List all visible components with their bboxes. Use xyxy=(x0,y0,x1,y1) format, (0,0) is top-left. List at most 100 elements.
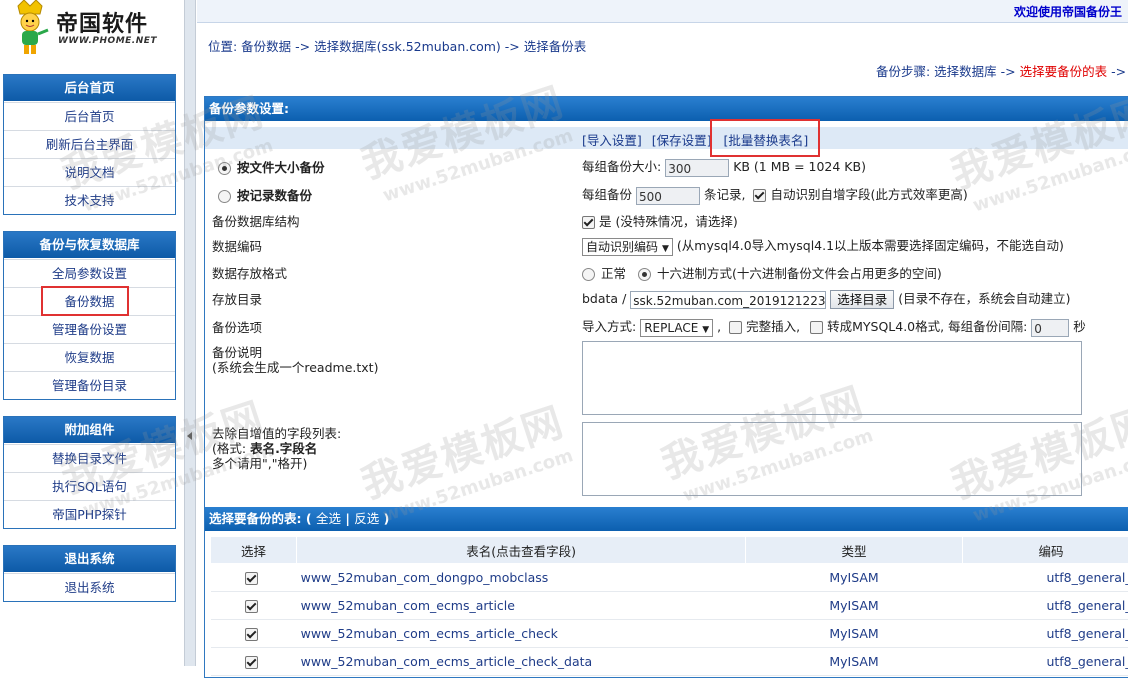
sidebar-item-support[interactable]: 技术支持 xyxy=(4,186,175,214)
mascot-icon xyxy=(10,0,52,56)
complete-insert-label: 完整插入, xyxy=(746,319,800,334)
description-textarea[interactable] xyxy=(582,341,1082,415)
by-size-prefix: 每组备份大小: xyxy=(582,159,661,174)
table-row: www_52muban_com_ecms_article_check MyISA… xyxy=(211,620,1128,648)
by-records-input[interactable]: 500 xyxy=(636,187,700,205)
sidebar-item-run-sql[interactable]: 执行SQL语句 xyxy=(4,472,175,500)
logo: 帝国软件 WWW.PHOME.NET xyxy=(10,0,180,58)
desc-note: (系统会生成一个readme.txt) xyxy=(212,357,378,376)
col-type: 类型 xyxy=(746,537,963,564)
sidebar-item-global-settings[interactable]: 全局参数设置 xyxy=(4,259,175,287)
frame-splitter[interactable] xyxy=(184,0,196,666)
format-normal-radio[interactable] xyxy=(582,268,595,281)
choose-dir-button[interactable]: 选择目录 xyxy=(830,290,894,309)
table-header-row: 选择 表名(点击查看字段) 类型 编码 xyxy=(211,537,1128,564)
format-hex-label: 十六进制方式(十六进制备份文件会占用更多的空间) xyxy=(657,266,942,281)
highlight-box xyxy=(41,286,129,316)
menu-title: 附加组件 xyxy=(4,417,175,444)
separator: | xyxy=(345,511,350,526)
tables-list: 选择 表名(点击查看字段) 类型 编码 www_52muban_com_dong… xyxy=(210,536,1128,676)
encoding-note: (从mysql4.0导入mysql4.1以上版本需要选择固定编码，不能选自动) xyxy=(677,238,1064,253)
mysql40-checkbox[interactable] xyxy=(810,321,823,334)
by-records-suffix: 条记录, xyxy=(704,187,745,202)
row-checkbox[interactable] xyxy=(245,656,258,669)
by-size-label: 按文件大小备份 xyxy=(237,160,325,175)
settings-toolbar: [导入设置] [保存设置] [批量替换表名] xyxy=(205,127,1128,149)
row-checkbox[interactable] xyxy=(245,628,258,641)
structure-checkbox[interactable] xyxy=(582,216,595,229)
table-name-link[interactable]: www_52muban_com_ecms_article xyxy=(301,598,515,613)
encoding-label: 数据编码 xyxy=(212,236,262,255)
highlight-box xyxy=(710,119,820,157)
sidebar-item-manage-backup-settings[interactable]: 管理备份设置 xyxy=(4,315,175,343)
sidebar-item-home[interactable]: 后台首页 xyxy=(4,102,175,130)
menu-addons: 附加组件 替换目录文件 执行SQL语句 帝国PHP探针 xyxy=(3,416,176,529)
menu-title: 后台首页 xyxy=(4,75,175,102)
tables-section-title: 选择要备份的表: ( xyxy=(209,511,312,526)
import-mode-select[interactable]: REPLACE▼ xyxy=(640,319,713,337)
interval-label: 每组备份间隔: xyxy=(948,319,1027,334)
format-label: 数据存放格式 xyxy=(212,263,287,282)
dir-label: 存放目录 xyxy=(212,289,262,308)
table-type: MyISAM xyxy=(746,564,963,592)
steps-current: 选择要备份的表 xyxy=(1020,64,1108,79)
collapse-arrow-icon[interactable] xyxy=(187,432,192,440)
auto-identify-checkbox[interactable] xyxy=(753,189,766,202)
menu-home: 后台首页 后台首页 刷新后台主界面 说明文档 技术支持 xyxy=(3,74,176,215)
format-hex-radio[interactable] xyxy=(638,268,651,281)
row-checkbox[interactable] xyxy=(245,572,258,585)
auto-identify-label: 自动识别自增字段(此方式效率更高) xyxy=(770,187,967,202)
table-type: MyISAM xyxy=(746,648,963,676)
sidebar-item-replace-dir[interactable]: 替换目录文件 xyxy=(4,444,175,472)
select-all-link[interactable]: 全选 xyxy=(316,511,341,526)
dir-input[interactable]: ssk.52muban.com_20191212234 xyxy=(630,291,826,309)
by-records-label: 按记录数备份 xyxy=(237,188,312,203)
row-checkbox[interactable] xyxy=(245,600,258,613)
section-header: 备份参数设置: xyxy=(205,97,1128,121)
complete-insert-checkbox[interactable] xyxy=(729,321,742,334)
menu-title: 备份与恢复数据库 xyxy=(4,232,175,259)
backup-panel: 备份参数设置: [导入设置] [保存设置] [批量替换表名] 按文件大小备份 每… xyxy=(204,96,1128,678)
table-row: www_52muban_com_dongpo_mobclass MyISAM u… xyxy=(211,564,1128,592)
menu-exit: 退出系统 退出系统 xyxy=(3,545,176,602)
by-size-suffix: KB (1 MB = 1024 KB) xyxy=(733,159,866,174)
col-select: 选择 xyxy=(211,537,297,564)
by-records-radio[interactable] xyxy=(218,190,231,203)
top-bar: 欢迎使用帝国备份王 xyxy=(197,0,1128,23)
table-name-link[interactable]: www_52muban_com_dongpo_mobclass xyxy=(301,570,549,585)
interval-input[interactable]: 0 xyxy=(1031,319,1069,337)
autoinc-multi: 多个请用","格开) xyxy=(212,453,307,472)
menu-title: 退出系统 xyxy=(4,546,175,573)
table-charset: utf8_general_c xyxy=(962,648,1128,676)
main-frame: 欢迎使用帝国备份王 位置: 备份数据 -> 选择数据库(ssk.52muban.… xyxy=(197,0,1128,666)
breadcrumb: 位置: 备份数据 -> 选择数据库(ssk.52muban.com) -> 选择… xyxy=(208,36,586,55)
dir-prefix: bdata / xyxy=(582,291,626,306)
save-settings-link[interactable]: [保存设置] xyxy=(652,133,712,148)
autoinc-textarea[interactable] xyxy=(582,422,1082,496)
sidebar-item-docs[interactable]: 说明文档 xyxy=(4,158,175,186)
table-row: www_52muban_com_ecms_article_check_data … xyxy=(211,648,1128,676)
import-settings-link[interactable]: [导入设置] xyxy=(582,133,642,148)
steps-suffix: -> 开 xyxy=(1107,64,1128,79)
invert-select-link[interactable]: 反选 xyxy=(354,511,379,526)
col-name: 表名(点击查看字段) xyxy=(297,537,746,564)
options-label: 备份选项 xyxy=(212,317,262,336)
structure-value: 是 (没特殊情况，请选择) xyxy=(599,214,738,229)
table-row: www_52muban_com_ecms_article MyISAM utf8… xyxy=(211,592,1128,620)
sidebar-item-manage-backup-dir[interactable]: 管理备份目录 xyxy=(4,371,175,399)
sidebar-item-restore-data[interactable]: 恢复数据 xyxy=(4,343,175,371)
table-charset: utf8_general_c xyxy=(962,620,1128,648)
table-name-link[interactable]: www_52muban_com_ecms_article_check xyxy=(301,626,558,641)
sidebar-item-refresh[interactable]: 刷新后台主界面 xyxy=(4,130,175,158)
dropdown-arrow-icon: ▼ xyxy=(702,325,709,335)
table-name-link[interactable]: www_52muban_com_ecms_article_check_data xyxy=(301,654,593,669)
brand-url: WWW.PHOME.NET xyxy=(58,36,157,46)
table-charset: utf8_general_c xyxy=(962,592,1128,620)
by-size-radio[interactable] xyxy=(218,162,231,175)
by-size-input[interactable]: 300 xyxy=(665,159,729,177)
sidebar-item-php-probe[interactable]: 帝国PHP探针 xyxy=(4,500,175,528)
steps-prefix: 备份步骤: 选择数据库 -> xyxy=(876,64,1020,79)
sidebar-item-exit[interactable]: 退出系统 xyxy=(4,573,175,601)
import-mode-label: 导入方式: xyxy=(582,319,636,334)
encoding-select[interactable]: 自动识别编码▼ xyxy=(582,238,673,256)
